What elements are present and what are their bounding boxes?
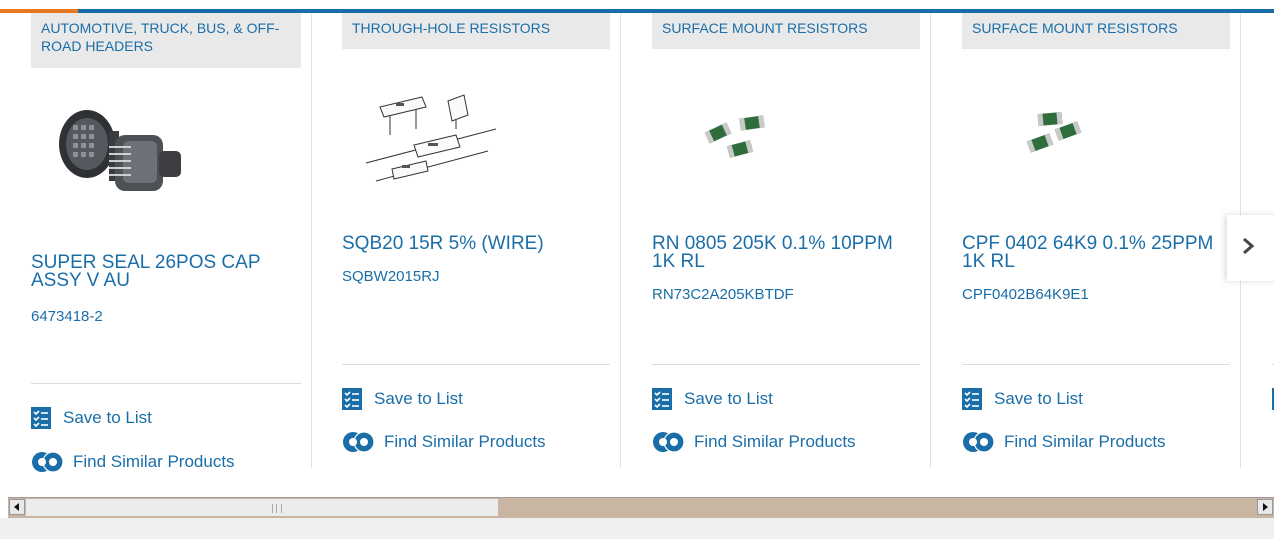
save-to-list-label: Save to List	[63, 408, 152, 427]
product-carousel: AUTOMOTIVE, TRUCK, BUS, & OFF-ROAD HEADE…	[0, 13, 1274, 473]
save-to-list-label: Save to List	[994, 389, 1083, 408]
find-similar-icon	[31, 451, 67, 473]
find-similar-icon	[652, 431, 688, 453]
find-similar-button[interactable]: Find Similar Products	[31, 451, 235, 473]
part-number[interactable]: RN73C2A205KBTDF	[652, 286, 794, 303]
category-label[interactable]: AUTOMOTIVE, TRUCK, BUS, & OFF-ROAD HEADE…	[31, 13, 301, 68]
divider	[342, 364, 610, 365]
carousel-next-button[interactable]	[1227, 215, 1274, 281]
category-label[interactable]: THROUGH-HOLE RESISTORS	[342, 13, 610, 49]
product-card: SURFACE MOUNT RESISTORS CPF 0402 64K9 0.…	[962, 13, 1241, 468]
save-to-list-label: Save to List	[684, 389, 773, 408]
divider	[962, 364, 1230, 365]
find-similar-icon	[342, 431, 378, 453]
category-label[interactable]: SURFACE MOUNT RESISTORS	[962, 13, 1230, 49]
divider	[652, 364, 920, 365]
save-to-list-button[interactable]: Save to List	[342, 388, 463, 410]
save-to-list-button[interactable]: Save to List	[652, 388, 773, 410]
product-name[interactable]: CPF 0402 64K9 0.1% 25PPM 1K RL	[962, 234, 1230, 271]
arrow-left-icon[interactable]	[9, 499, 25, 515]
scrollbar-thumb[interactable]	[26, 499, 498, 516]
find-similar-icon	[962, 431, 998, 453]
category-label[interactable]: SURFACE MOUNT RESISTORS	[652, 13, 920, 49]
part-number[interactable]: 6473418-2	[31, 308, 103, 325]
smd-resistor-image[interactable]	[700, 111, 770, 166]
part-number[interactable]: SQBW2015RJ	[342, 268, 440, 285]
divider	[31, 383, 301, 384]
page-bottom-area	[0, 518, 1274, 539]
product-name[interactable]: RN 0805 205K 0.1% 10PPM 1K RL	[652, 234, 920, 271]
find-similar-button[interactable]: Find Similar Products	[652, 431, 856, 453]
horizontal-scrollbar[interactable]	[8, 497, 1274, 518]
chevron-right-icon	[1241, 236, 1255, 261]
find-similar-label: Find Similar Products	[384, 432, 546, 451]
find-similar-label: Find Similar Products	[694, 432, 856, 451]
checklist-icon	[962, 388, 982, 410]
scrollbar-grip	[272, 504, 282, 513]
checklist-icon	[652, 388, 672, 410]
arrow-right-icon[interactable]	[1257, 499, 1273, 515]
through-hole-resistor-image[interactable]	[356, 85, 497, 190]
product-card: AUTOMOTIVE, TRUCK, BUS, & OFF-ROAD HEADE…	[31, 13, 312, 473]
checklist-icon	[31, 407, 51, 429]
save-to-list-button[interactable]: Save to List	[962, 388, 1083, 410]
part-number[interactable]: CPF0402B64K9E1	[962, 286, 1089, 303]
product-name[interactable]: SUPER SEAL 26POS CAP ASSY V AU	[31, 253, 301, 290]
product-card: SURFACE MOUNT RESISTORS RN 0805 205K 0.1…	[652, 13, 931, 468]
smd-resistor-image[interactable]	[1018, 109, 1088, 164]
save-to-list-label: Save to List	[374, 389, 463, 408]
find-similar-button[interactable]: Find Similar Products	[962, 431, 1166, 453]
product-card: THROUGH-HOLE RESISTORS SQB20 15R 5% (WIR…	[342, 13, 621, 468]
find-similar-label: Find Similar Products	[73, 452, 235, 471]
find-similar-label: Find Similar Products	[1004, 432, 1166, 451]
product-name[interactable]: SQB20 15R 5% (WIRE)	[342, 234, 610, 253]
save-to-list-button[interactable]: Save to List	[31, 407, 152, 429]
checklist-icon	[342, 388, 362, 410]
connector-header-image[interactable]	[49, 91, 184, 206]
find-similar-button[interactable]: Find Similar Products	[342, 431, 546, 453]
